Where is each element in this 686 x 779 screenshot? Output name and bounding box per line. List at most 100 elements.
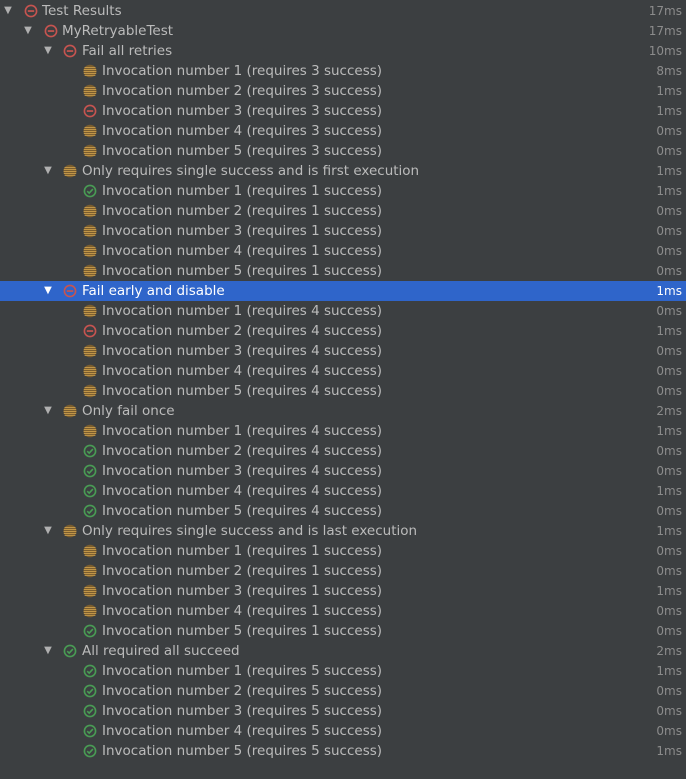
tree-root-test-results[interactable]: ▼ Test Results 17ms [0,1,686,21]
duration: 0ms [656,344,682,358]
chevron-down-icon[interactable]: ▼ [42,641,54,661]
tree-node-invocation[interactable]: Invocation number 3 (requires 3 success)… [0,101,686,121]
duration: 0ms [656,624,682,638]
tree-node-label: Invocation number 2 (requires 3 success) [102,83,383,99]
tree-node-invocation[interactable]: Invocation number 5 (requires 4 success)… [0,381,686,401]
test-failed-icon [63,284,77,298]
tree-node-label: Invocation number 4 (requires 1 success) [102,603,383,619]
tree-node-suite[interactable]: ▼ MyRetryableTest 17ms [0,21,686,41]
duration: 0ms [656,724,682,738]
tree-node-label: Fail all retries [82,43,173,59]
test-ignored-icon [63,524,77,538]
chevron-down-icon[interactable]: ▼ [42,401,54,421]
duration: 8ms [656,64,682,78]
tree-node-label: Invocation number 4 (requires 4 success) [102,483,383,499]
tree-node-label: Invocation number 3 (requires 1 success) [102,223,383,239]
test-ignored-icon [63,164,77,178]
test-ignored-icon [83,264,97,278]
test-passed-icon [83,484,97,498]
duration: 0ms [656,504,682,518]
tree-node-invocation[interactable]: Invocation number 3 (requires 1 success)… [0,221,686,241]
tree-node-label: Invocation number 2 (requires 5 success) [102,683,383,699]
tree-node-label: Fail early and disable [82,283,225,299]
tree-node-label: Invocation number 1 (requires 3 success) [102,63,383,79]
tree-node-invocation[interactable]: Invocation number 4 (requires 4 success)… [0,361,686,381]
duration: 0ms [656,244,682,258]
test-passed-icon [83,464,97,478]
tree-node-invocation[interactable]: Invocation number 2 (requires 1 success)… [0,561,686,581]
duration: 0ms [656,304,682,318]
test-ignored-icon [63,404,77,418]
tree-node-invocation[interactable]: Invocation number 2 (requires 3 success)… [0,81,686,101]
tree-node-test-group[interactable]: ▼ Only fail once 2ms [0,401,686,421]
tree-node-invocation[interactable]: Invocation number 1 (requires 4 success)… [0,301,686,321]
tree-node-invocation[interactable]: Invocation number 5 (requires 1 success)… [0,621,686,641]
tree-node-invocation[interactable]: Invocation number 4 (requires 1 success)… [0,241,686,261]
duration: 2ms [656,644,682,658]
tree-node-invocation[interactable]: Invocation number 2 (requires 4 success)… [0,321,686,341]
duration: 1ms [656,584,682,598]
tree-node-invocation[interactable]: Invocation number 4 (requires 5 success)… [0,721,686,741]
tree-node-invocation[interactable]: Invocation number 5 (requires 3 success)… [0,141,686,161]
chevron-down-icon[interactable]: ▼ [22,21,34,41]
tree-node-invocation[interactable]: Invocation number 5 (requires 1 success)… [0,261,686,281]
tree-node-label: Invocation number 1 (requires 4 success) [102,303,383,319]
tree-node-invocation[interactable]: Invocation number 2 (requires 5 success)… [0,681,686,701]
tree-node-invocation[interactable]: Invocation number 2 (requires 1 success)… [0,201,686,221]
tree-node-invocation[interactable]: Invocation number 3 (requires 1 success)… [0,581,686,601]
test-ignored-icon [83,424,97,438]
test-ignored-icon [83,84,97,98]
tree-node-label: Invocation number 5 (requires 5 success) [102,743,383,759]
duration: 0ms [656,704,682,718]
test-ignored-icon [83,244,97,258]
duration: 17ms [648,24,682,38]
chevron-down-icon[interactable]: ▼ [42,41,54,61]
tree-node-label: Invocation number 1 (requires 4 success) [102,423,383,439]
duration: 0ms [656,124,682,138]
tree-node-label: Invocation number 3 (requires 4 success) [102,463,383,479]
tree-node-invocation[interactable]: Invocation number 1 (requires 1 success)… [0,181,686,201]
tree-node-invocation[interactable]: Invocation number 4 (requires 3 success)… [0,121,686,141]
tree-node-invocation[interactable]: Invocation number 1 (requires 1 success)… [0,541,686,561]
tree-node-label: Invocation number 2 (requires 1 success) [102,203,383,219]
test-passed-icon [83,744,97,758]
tree-node-invocation[interactable]: Invocation number 5 (requires 5 success)… [0,741,686,761]
chevron-down-icon[interactable]: ▼ [42,281,54,301]
duration: 2ms [656,404,682,418]
tree-node-test-group[interactable]: ▼ Only requires single success and is las… [0,521,686,541]
duration: 0ms [656,144,682,158]
tree-node-label: Invocation number 3 (requires 4 success) [102,343,383,359]
tree-node-invocation[interactable]: Invocation number 3 (requires 4 success)… [0,461,686,481]
chevron-down-icon[interactable]: ▼ [42,521,54,541]
chevron-down-icon[interactable]: ▼ [2,1,14,21]
test-ignored-icon [83,584,97,598]
tree-node-test-group[interactable]: ▼ Fail early and disable 1ms [0,281,686,301]
duration: 1ms [656,84,682,98]
test-passed-icon [63,644,77,658]
test-ignored-icon [83,144,97,158]
tree-node-invocation[interactable]: Invocation number 3 (requires 4 success)… [0,341,686,361]
test-ignored-icon [83,204,97,218]
test-passed-icon [83,664,97,678]
test-passed-icon [83,184,97,198]
duration: 1ms [656,104,682,118]
test-failed-icon [63,44,77,58]
tree-node-invocation[interactable]: Invocation number 1 (requires 5 success)… [0,661,686,681]
test-passed-icon [83,504,97,518]
tree-node-test-group[interactable]: ▼ Only requires single success and is fir… [0,161,686,181]
tree-node-label: Invocation number 5 (requires 4 success) [102,383,383,399]
duration: 1ms [656,424,682,438]
chevron-down-icon[interactable]: ▼ [42,161,54,181]
tree-node-invocation[interactable]: Invocation number 4 (requires 1 success)… [0,601,686,621]
tree-node-invocation[interactable]: Invocation number 1 (requires 3 success)… [0,61,686,81]
duration: 1ms [656,324,682,338]
tree-node-test-group[interactable]: ▼ Fail all retries 10ms [0,41,686,61]
tree-node-invocation[interactable]: Invocation number 4 (requires 4 success)… [0,481,686,501]
tree-node-invocation[interactable]: Invocation number 5 (requires 4 success)… [0,501,686,521]
tree-node-invocation[interactable]: Invocation number 2 (requires 4 success)… [0,441,686,461]
tree-node-invocation[interactable]: Invocation number 1 (requires 4 success)… [0,421,686,441]
tree-node-label: Invocation number 1 (requires 5 success) [102,663,383,679]
duration: 1ms [656,484,682,498]
tree-node-invocation[interactable]: Invocation number 3 (requires 5 success)… [0,701,686,721]
tree-node-test-group[interactable]: ▼ All required all succeed 2ms [0,641,686,661]
